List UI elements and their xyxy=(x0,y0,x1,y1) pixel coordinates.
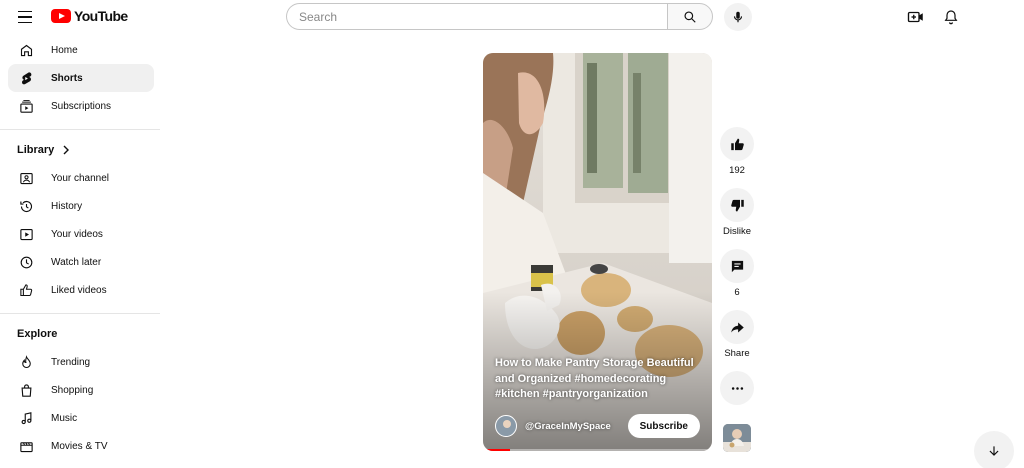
share-action: Share xyxy=(720,310,754,359)
history-icon xyxy=(18,198,34,214)
search-button[interactable] xyxy=(667,3,713,30)
search-icon xyxy=(684,10,696,23)
sidebar-item-label: Your channel xyxy=(51,172,110,184)
sound-thumbnail[interactable] xyxy=(723,424,751,452)
sidebar-item-trending[interactable]: Trending xyxy=(8,348,154,376)
channel-name[interactable]: @GraceInMySpace xyxy=(525,421,611,432)
sidebar-item-label: Liked videos xyxy=(51,284,107,296)
microphone-icon xyxy=(733,11,743,23)
sidebar-item-label: Music xyxy=(51,412,78,424)
share-label: Share xyxy=(724,348,750,359)
like-action: 192 xyxy=(720,127,754,176)
sidebar-item-label: Your videos xyxy=(51,228,103,240)
search-input[interactable] xyxy=(286,3,668,30)
like-button[interactable] xyxy=(720,127,754,161)
your-videos-icon xyxy=(18,226,34,242)
shorts-icon xyxy=(18,70,34,86)
progress-fill xyxy=(483,449,511,451)
sidebar: Home Shorts Subscriptions Library Your c… xyxy=(0,36,160,468)
notifications-button[interactable] xyxy=(940,6,962,28)
sidebar-item-subscriptions[interactable]: Subscriptions xyxy=(8,92,154,120)
sidebar-item-your-channel[interactable]: Your channel xyxy=(8,164,154,192)
sidebar-divider xyxy=(0,129,160,130)
thumbs-down-icon xyxy=(730,199,744,211)
home-icon xyxy=(18,42,34,58)
short-caption: How to Make Pantry Storage Beautiful and… xyxy=(495,357,694,400)
next-short-button[interactable] xyxy=(974,431,1014,468)
bell-icon xyxy=(944,10,958,25)
sidebar-item-label: Shopping xyxy=(51,384,94,396)
sidebar-item-label: Trending xyxy=(51,356,91,368)
share-button[interactable] xyxy=(720,310,754,344)
share-icon xyxy=(730,322,744,332)
library-title: Library xyxy=(17,144,55,156)
dislike-button[interactable] xyxy=(720,188,754,222)
channel-row: @GraceInMySpace Subscribe xyxy=(495,413,700,439)
library-heading[interactable]: Library xyxy=(0,139,160,161)
movies-icon xyxy=(18,438,34,454)
trending-icon xyxy=(18,354,34,370)
sidebar-item-history[interactable]: History xyxy=(8,192,154,220)
sidebar-item-label: Home xyxy=(51,44,78,56)
sidebar-item-music[interactable]: Music xyxy=(8,404,154,432)
create-button[interactable] xyxy=(905,6,927,28)
explore-heading: Explore xyxy=(0,323,160,345)
sidebar-item-shorts[interactable]: Shorts xyxy=(8,64,154,92)
watch-later-icon xyxy=(18,254,34,270)
more-horizontal-icon xyxy=(731,386,743,390)
sidebar-item-label: History xyxy=(51,200,83,212)
video-add-icon xyxy=(907,11,923,23)
channel-avatar[interactable] xyxy=(495,415,517,437)
youtube-play-icon xyxy=(51,9,71,23)
more-options-button[interactable] xyxy=(720,371,754,405)
sidebar-item-home[interactable]: Home xyxy=(8,36,154,64)
thumbs-up-icon xyxy=(730,138,744,150)
progress-bar[interactable] xyxy=(483,449,712,451)
sidebar-item-your-videos[interactable]: Your videos xyxy=(8,220,154,248)
action-column: 192 Dislike 6 Share xyxy=(720,127,754,405)
sidebar-item-label: Watch later xyxy=(51,256,102,268)
comments-button[interactable] xyxy=(720,249,754,283)
dislike-label: Dislike xyxy=(723,226,751,237)
youtube-logo[interactable]: YouTube xyxy=(51,8,128,24)
sidebar-item-liked-videos[interactable]: Liked videos xyxy=(8,276,154,304)
sound-thumbnail-image xyxy=(723,424,751,452)
shopping-icon xyxy=(18,382,34,398)
comment-action: 6 xyxy=(720,249,754,298)
sidebar-item-movies-tv[interactable]: Movies & TV xyxy=(8,432,154,460)
subscribe-button[interactable]: Subscribe xyxy=(627,414,700,438)
liked-videos-icon xyxy=(18,282,34,298)
voice-search-button[interactable] xyxy=(724,3,752,31)
arrow-down-icon xyxy=(989,446,999,456)
music-icon xyxy=(18,410,34,426)
comment-count: 6 xyxy=(734,287,740,298)
comment-icon xyxy=(731,260,743,272)
dislike-action: Dislike xyxy=(720,188,754,237)
short-video-player[interactable]: How to Make Pantry Storage Beautiful and… xyxy=(483,53,712,451)
sidebar-item-shopping[interactable]: Shopping xyxy=(8,376,154,404)
explore-title: Explore xyxy=(17,328,58,340)
sidebar-item-label: Shorts xyxy=(51,72,83,84)
channel-icon xyxy=(18,170,34,186)
sidebar-item-label: Subscriptions xyxy=(51,100,112,112)
sidebar-item-label: Movies & TV xyxy=(51,440,108,452)
menu-icon[interactable] xyxy=(14,6,36,28)
logo-text: YouTube xyxy=(74,8,128,24)
subscriptions-icon xyxy=(18,98,34,114)
sidebar-item-watch-later[interactable]: Watch later xyxy=(8,248,154,276)
sidebar-divider xyxy=(0,313,160,314)
chevron-right-icon xyxy=(63,145,70,155)
top-bar: YouTube xyxy=(0,0,1024,34)
like-count: 192 xyxy=(729,165,745,176)
